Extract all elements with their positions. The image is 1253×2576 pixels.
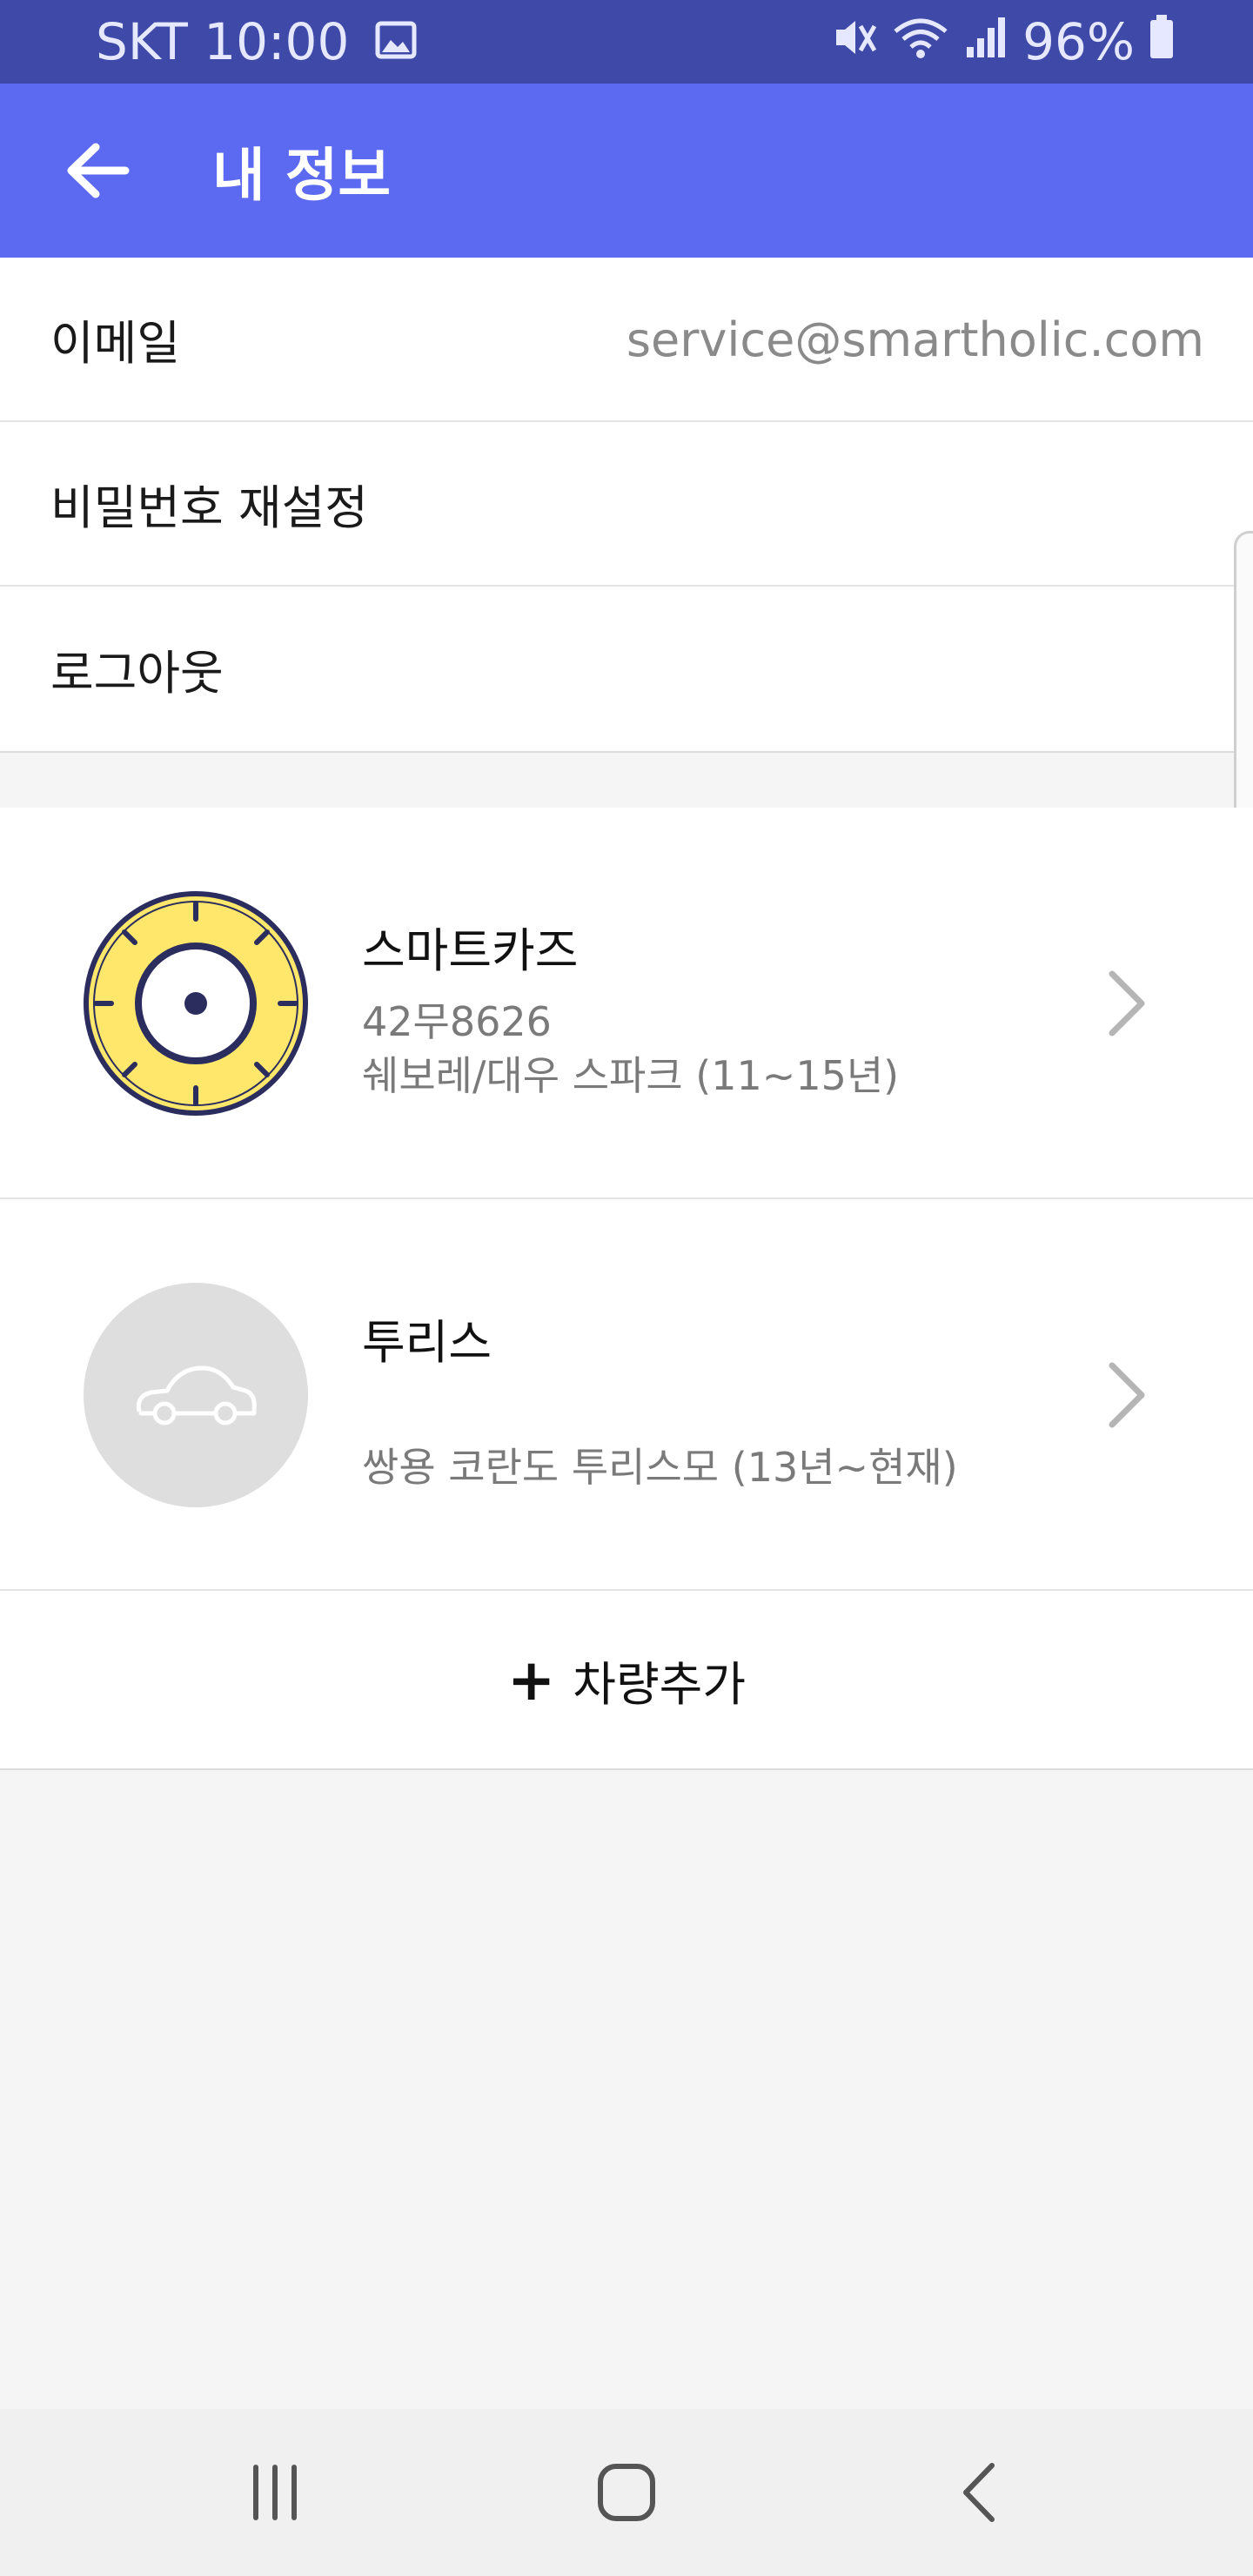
plus-icon: + bbox=[506, 1646, 556, 1714]
vehicle-plate: 42무8626 bbox=[362, 998, 552, 1045]
vehicle-name: 투리스 bbox=[362, 1315, 492, 1370]
battery-percent: 96% bbox=[1022, 12, 1135, 71]
vehicle-list: 스마트카즈 42무8626 쉐보레/대우 스파크 (11~15년) 투리스 쌍용… bbox=[0, 808, 1253, 1770]
chevron-right-icon bbox=[1105, 969, 1149, 1042]
vehicle-item[interactable]: 투리스 쌍용 코란도 투리스모 (13년~현재) bbox=[0, 1199, 1253, 1591]
reset-password-row[interactable]: 비밀번호 재설정 bbox=[0, 422, 1253, 587]
vehicle-name: 스마트카즈 bbox=[362, 923, 579, 978]
status-bar: SKT 10:00 96% bbox=[0, 0, 1253, 84]
gauge-icon bbox=[84, 891, 308, 1116]
page-title: 내 정보 bbox=[212, 142, 392, 209]
system-nav-bar bbox=[0, 2409, 1253, 2576]
signal-icon bbox=[963, 12, 1008, 71]
recent-apps-button[interactable] bbox=[223, 2458, 327, 2527]
carrier-time: SKT 10:00 bbox=[96, 12, 350, 71]
logout-row[interactable]: 로그아웃 bbox=[0, 587, 1253, 751]
email-row: 이메일 service@smartholic.com bbox=[0, 258, 1253, 422]
account-settings: 이메일 service@smartholic.com 비밀번호 재설정 로그아웃 bbox=[0, 258, 1253, 753]
email-label: 이메일 bbox=[50, 316, 181, 371]
vehicle-model: 쉐보레/대우 스파크 (11~15년) bbox=[362, 1052, 900, 1099]
home-icon bbox=[598, 2464, 655, 2521]
mute-vibrate-icon bbox=[831, 12, 878, 71]
vehicle-model: 쌍용 코란도 투리스모 (13년~현재) bbox=[362, 1444, 958, 1491]
add-vehicle-label: 차량추가 bbox=[573, 1656, 747, 1712]
logout-label: 로그아웃 bbox=[50, 646, 224, 701]
add-vehicle-button[interactable]: + 차량추가 bbox=[0, 1591, 1253, 1768]
vehicle-item[interactable]: 스마트카즈 42무8626 쉐보레/대우 스파크 (11~15년) bbox=[0, 808, 1253, 1199]
reset-password-label: 비밀번호 재설정 bbox=[50, 480, 368, 535]
recent-apps-icon bbox=[253, 2465, 297, 2520]
back-nav-button[interactable] bbox=[926, 2458, 1030, 2527]
wifi-icon bbox=[892, 12, 949, 71]
email-value: service@smartholic.com bbox=[626, 312, 1204, 367]
back-button[interactable] bbox=[56, 136, 139, 205]
battery-icon bbox=[1149, 12, 1175, 71]
arrow-left-icon bbox=[67, 143, 130, 198]
chevron-right-icon bbox=[1105, 1360, 1149, 1433]
gallery-icon bbox=[375, 12, 417, 71]
car-icon bbox=[84, 1283, 308, 1507]
home-button[interactable] bbox=[574, 2458, 679, 2527]
back-icon bbox=[963, 2463, 995, 2522]
app-bar: 내 정보 bbox=[0, 84, 1253, 258]
